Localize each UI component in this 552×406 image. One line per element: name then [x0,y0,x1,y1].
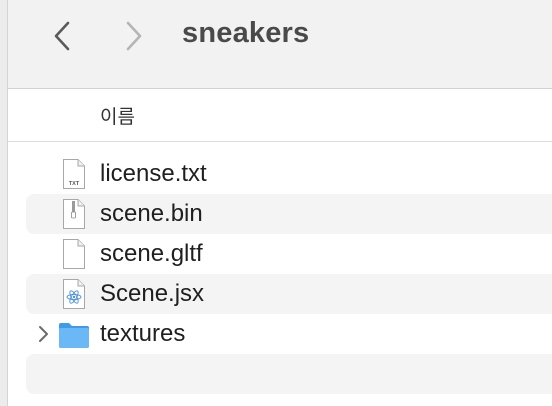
file-name: license.txt [100,160,207,187]
file-row-scene-jsx[interactable]: Scene.jsx [26,274,552,314]
text-file-icon: TXT [63,159,85,189]
chevron-right-icon[interactable] [36,324,50,344]
back-button[interactable] [44,16,80,56]
window-title: sneakers [182,17,310,49]
sidebar-edge [0,0,8,406]
file-badge-txt: TXT [69,181,80,187]
archive-file-icon [63,199,85,229]
file-name: scene.gltf [100,240,203,267]
column-header-name[interactable]: 이름 [100,102,135,129]
file-row-license-txt[interactable]: TXT license.txt [26,154,552,194]
forward-button[interactable] [116,16,152,56]
folder-name: textures [100,320,186,347]
blank-file-icon [63,239,85,269]
file-name: scene.bin [100,200,203,227]
folder-row-textures[interactable]: textures [26,314,552,354]
file-row-scene-bin[interactable]: scene.bin [26,194,552,234]
chevron-right-icon [126,21,142,51]
folder-icon [59,323,89,348]
file-name: Scene.jsx [100,280,205,307]
empty-row [26,354,552,394]
toolbar: sneakers [8,0,552,89]
react-file-icon [63,279,85,309]
file-list: TXT license.txt scene.bin scene.gltf Sce… [26,154,552,394]
file-row-scene-gltf[interactable]: scene.gltf [26,234,552,274]
column-header-bar: 이름 [8,89,552,142]
chevron-left-icon [54,21,70,51]
